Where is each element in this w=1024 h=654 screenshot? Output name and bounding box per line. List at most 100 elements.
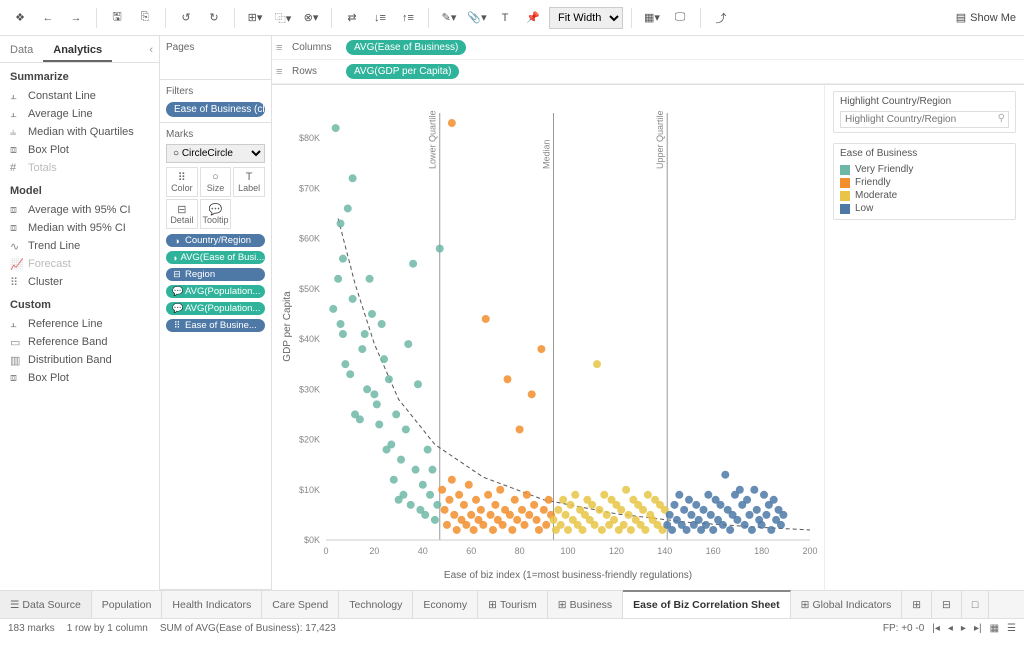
back-icon[interactable]: ← (36, 6, 60, 30)
presentation-icon[interactable]: 🖵 (668, 6, 692, 30)
legend-item[interactable]: Moderate (840, 189, 1009, 202)
filters-shelf-label: Filters (166, 84, 265, 101)
redo-icon[interactable]: ↻ (202, 6, 226, 30)
legend-item[interactable]: Very Friendly (840, 163, 1009, 176)
columns-pill[interactable]: AVG(Ease of Business) (346, 40, 466, 55)
svg-text:200: 200 (802, 546, 817, 556)
new-worksheet-icon[interactable]: ⊞▾ (243, 6, 267, 30)
duplicate-icon[interactable]: ⿻▾ (271, 6, 295, 30)
mark-pill[interactable]: ◑AVG(Ease of Busi... (166, 251, 265, 264)
columns-shelf-label: Columns (292, 42, 346, 53)
analytics-item: #Totals (0, 159, 159, 177)
search-icon: ⚲ (998, 113, 1005, 124)
sheet-tab[interactable]: Population (92, 591, 163, 618)
svg-text:Lower Quartile: Lower Quartile (428, 110, 438, 169)
sheet-tab[interactable]: Care Spend (262, 591, 339, 618)
marks-shape-select[interactable]: ○ CircleCircle (166, 144, 265, 163)
sheet-tab[interactable]: Economy (413, 591, 478, 618)
svg-text:$50K: $50K (299, 284, 320, 294)
save-icon[interactable]: 🖫 (105, 6, 129, 30)
status-dims: 1 row by 1 column (67, 623, 148, 634)
svg-text:$40K: $40K (299, 334, 320, 344)
group-icon[interactable]: 📎▾ (465, 6, 489, 30)
fit-select[interactable]: Fit Width (549, 7, 623, 29)
custom-header: Custom (0, 291, 159, 315)
new-story-icon[interactable]: □ (962, 591, 989, 618)
filter-pill[interactable]: Ease of Business (cl...≡ (166, 102, 265, 117)
chart-canvas[interactable]: $0K$10K$20K$30K$40K$50K$60K$70K$80K02040… (272, 85, 824, 590)
svg-text:60: 60 (466, 546, 476, 556)
analytics-item[interactable]: ⧈Box Plot (0, 141, 159, 159)
sheet-tab[interactable]: Health Indicators (162, 591, 262, 618)
logo-icon[interactable]: ❖ (8, 6, 32, 30)
forward-icon[interactable]: → (64, 6, 88, 30)
sheet-tabs: ☰Data SourcePopulationHealth IndicatorsC… (0, 590, 1024, 618)
mark-pill[interactable]: 💬AVG(Population... (166, 285, 265, 298)
show-me-button[interactable]: ▤ Show Me (956, 11, 1016, 24)
side-pane: Data Analytics ‹ Summarize ⫠Constant Lin… (0, 36, 160, 590)
svg-text:20: 20 (369, 546, 379, 556)
sort-asc-icon[interactable]: ↓≡ (368, 6, 392, 30)
show-cards-icon[interactable]: ▦▾ (640, 6, 664, 30)
sheet-tab[interactable]: Technology (339, 591, 413, 618)
sheet-tab[interactable]: Ease of Biz Correlation Sheet (623, 590, 790, 618)
analytics-item[interactable]: ⠿Cluster (0, 273, 159, 291)
analytics-item[interactable]: ∿Trend Line (0, 237, 159, 255)
analytics-item[interactable]: ⧈Box Plot (0, 369, 159, 387)
analytics-item[interactable]: ▥Distribution Band (0, 351, 159, 369)
new-sheet-icon[interactable]: ⊞ (902, 591, 932, 618)
mark-pill[interactable]: ⠿Ease of Busine... (166, 319, 265, 332)
sheet-tab[interactable]: ⊞Tourism (478, 591, 548, 618)
new-dashboard-icon[interactable]: ⊟ (932, 591, 962, 618)
analytics-item[interactable]: ⧈Average with 95% CI (0, 201, 159, 219)
svg-text:40: 40 (418, 546, 428, 556)
legend-item[interactable]: Low (840, 202, 1009, 215)
analytics-item[interactable]: ⫠Reference Line (0, 315, 159, 333)
svg-text:GDP per Capita: GDP per Capita (282, 291, 293, 362)
share-icon[interactable]: ⤴ (709, 6, 733, 30)
svg-text:120: 120 (609, 546, 624, 556)
svg-text:$30K: $30K (299, 384, 320, 394)
highlight-card: Highlight Country/Region ⚲ (833, 91, 1016, 133)
rows-pill[interactable]: AVG(GDP per Capita) (346, 64, 459, 79)
svg-text:$0K: $0K (304, 535, 320, 545)
analytics-item[interactable]: ▭Reference Band (0, 333, 159, 351)
collapse-icon[interactable]: ‹ (143, 40, 159, 62)
tabs-view-icon[interactable]: ☰ (1007, 623, 1016, 634)
sort-desc-icon[interactable]: ↑≡ (396, 6, 420, 30)
text-icon[interactable]: T (493, 6, 517, 30)
highlight-input[interactable] (840, 111, 1009, 128)
prev-icon[interactable]: ◂ (948, 623, 953, 634)
sheet-tab[interactable]: ⊞Global Indicators (791, 591, 903, 618)
swap-icon[interactable]: ⇄ (340, 6, 364, 30)
mark-pill[interactable]: ⊟Region (166, 268, 265, 281)
first-icon[interactable]: |◂ (932, 623, 940, 634)
undo-icon[interactable]: ↺ (174, 6, 198, 30)
marks-cell-label[interactable]: TLabel (233, 167, 265, 197)
tab-data[interactable]: Data (0, 40, 43, 62)
mark-pill[interactable]: ◑Country/Region (166, 234, 265, 247)
analytics-item[interactable]: ⧈Median with 95% CI (0, 219, 159, 237)
marks-cell-color[interactable]: ⠿Color (166, 167, 198, 197)
svg-text:80: 80 (515, 546, 525, 556)
analytics-item[interactable]: ⫠Constant Line (0, 87, 159, 105)
new-data-icon[interactable]: ⎘ (133, 6, 157, 30)
highlight-icon[interactable]: ✎▾ (437, 6, 461, 30)
clear-icon[interactable]: ⊗▾ (299, 6, 323, 30)
marks-cell-detail[interactable]: ⊟Detail (166, 199, 198, 229)
svg-text:Median: Median (541, 139, 551, 169)
analytics-item[interactable]: ⫠Average Line (0, 105, 159, 123)
mark-pill[interactable]: 💬AVG(Population... (166, 302, 265, 315)
analytics-item[interactable]: ⫨Median with Quartiles (0, 123, 159, 141)
pin-icon[interactable]: 📌 (521, 6, 545, 30)
tab-analytics[interactable]: Analytics (43, 40, 112, 62)
svg-text:$20K: $20K (299, 435, 320, 445)
sheet-tab[interactable]: ⊞Business (548, 591, 623, 618)
last-icon[interactable]: ▸| (974, 623, 982, 634)
sheet-tab[interactable]: ☰Data Source (0, 591, 92, 618)
marks-cell-size[interactable]: ○Size (200, 167, 232, 197)
marks-cell-tooltip[interactable]: 💬Tooltip (200, 199, 232, 229)
next-icon[interactable]: ▸ (961, 623, 966, 634)
legend-item[interactable]: Friendly (840, 176, 1009, 189)
grid-view-icon[interactable]: ▦ (990, 623, 999, 634)
